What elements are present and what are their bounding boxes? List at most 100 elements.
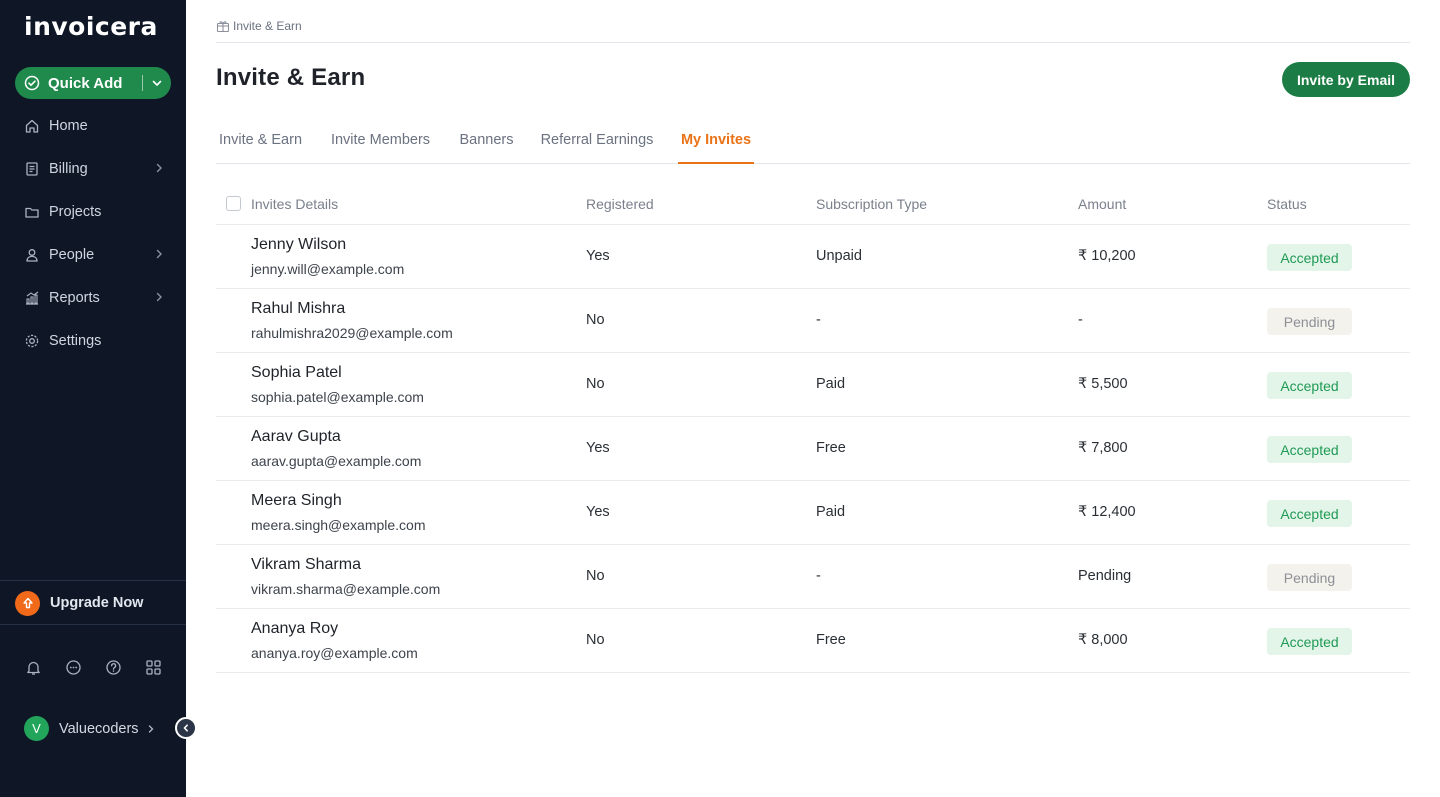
registered-value: Yes xyxy=(586,440,610,456)
registered-value: No xyxy=(586,632,605,648)
status-badge: Accepted xyxy=(1267,372,1352,399)
chart-icon xyxy=(23,289,40,306)
amount-value: Pending xyxy=(1078,568,1132,584)
sidebar-item-label: Billing xyxy=(49,160,88,177)
home-icon xyxy=(23,117,40,134)
collapse-sidebar-button[interactable] xyxy=(175,717,197,739)
sidebar-item-people[interactable]: People xyxy=(0,233,186,276)
chevron-right-icon xyxy=(156,163,162,173)
invitee-email: rahulmishra2029@example.com xyxy=(251,325,453,341)
tab-my-invites[interactable]: My Invites xyxy=(678,126,754,164)
tab-bar: Invite & Earn Invite Members Banners Ref… xyxy=(216,126,1410,164)
invitee-email: vikram.sharma@example.com xyxy=(251,581,441,597)
status-badge: Accepted xyxy=(1267,244,1352,271)
registered-value: No xyxy=(586,568,605,584)
amount-value: ₹ 10,200 xyxy=(1078,248,1136,264)
help-icon[interactable] xyxy=(104,658,122,676)
invite-by-email-button[interactable]: Invite by Email xyxy=(1282,62,1410,97)
check-circle-icon xyxy=(24,75,40,91)
invitee-name: Sophia Patel xyxy=(251,364,342,381)
registered-value: Yes xyxy=(586,504,610,520)
app-logo[interactable]: invoicera xyxy=(24,12,158,41)
table-header: Invites Details Registered Subscription … xyxy=(216,184,1410,225)
amount-value: ₹ 5,500 xyxy=(1078,376,1128,392)
subscription-value: Free xyxy=(816,440,846,456)
sidebar-item-label: People xyxy=(49,246,95,263)
user-menu[interactable]: V Valuecoders xyxy=(24,716,155,741)
tab-banners[interactable]: Banners xyxy=(459,126,514,164)
sidebar-item-reports[interactable]: Reports xyxy=(0,276,186,319)
billing-icon xyxy=(23,160,40,177)
table-row[interactable]: Sophia Patel sophia.patel@example.com No… xyxy=(216,353,1410,417)
header-divider xyxy=(216,42,1410,43)
table-row[interactable]: Aarav Gupta aarav.gupta@example.com Yes … xyxy=(216,417,1410,481)
invitee-name: Jenny Wilson xyxy=(251,236,347,253)
amount-value: ₹ 12,400 xyxy=(1078,504,1136,520)
column-header-amount[interactable]: Amount xyxy=(1078,196,1126,212)
breadcrumb: Invite & Earn xyxy=(216,18,302,34)
chevron-right-icon xyxy=(156,292,162,302)
status-badge: Accepted xyxy=(1267,628,1352,655)
invitee-email: ananya.roy@example.com xyxy=(251,645,418,661)
sidebar-item-projects[interactable]: Projects xyxy=(0,190,186,233)
apps-grid-icon[interactable] xyxy=(144,658,162,676)
page-title: Invite & Earn xyxy=(216,64,366,91)
table-row[interactable]: Rahul Mishra rahulmishra2029@example.com… xyxy=(216,289,1410,353)
bell-icon[interactable] xyxy=(24,658,42,676)
quick-add-button[interactable]: Quick Add xyxy=(15,67,171,99)
invitee-name: Aarav Gupta xyxy=(251,428,341,445)
invites-table: Invites Details Registered Subscription … xyxy=(216,184,1410,673)
quick-add-dropdown[interactable] xyxy=(143,77,171,89)
sidebar-item-label: Reports xyxy=(49,289,100,306)
invitee-name: Vikram Sharma xyxy=(251,556,361,573)
sidebar-nav: Home Billing Projects People Reports Set… xyxy=(0,104,186,362)
status-badge: Pending xyxy=(1267,564,1352,591)
column-header-registered[interactable]: Registered xyxy=(586,196,654,212)
invitee-name: Rahul Mishra xyxy=(251,300,346,317)
status-badge: Pending xyxy=(1267,308,1352,335)
chevron-left-icon xyxy=(183,724,188,732)
upgrade-now-button[interactable]: Upgrade Now xyxy=(15,590,143,616)
sidebar-divider xyxy=(0,624,186,625)
registered-value: Yes xyxy=(586,248,610,264)
breadcrumb-label[interactable]: Invite & Earn xyxy=(233,19,302,33)
invitee-email: jenny.will@example.com xyxy=(251,261,405,277)
status-badge: Accepted xyxy=(1267,500,1352,527)
subscription-value: Paid xyxy=(816,504,846,520)
column-header-subscription-type[interactable]: Subscription Type xyxy=(816,196,927,212)
sidebar-item-label: Projects xyxy=(49,203,102,220)
table-row[interactable]: Meera Singh meera.singh@example.com Yes … xyxy=(216,481,1410,545)
sidebar-item-label: Settings xyxy=(49,332,102,349)
table-row[interactable]: Vikram Sharma vikram.sharma@example.com … xyxy=(216,545,1410,609)
sidebar-item-settings[interactable]: Settings xyxy=(0,319,186,362)
sidebar-item-home[interactable]: Home xyxy=(0,104,186,147)
invitee-name: Ananya Roy xyxy=(251,620,339,637)
sidebar-item-label: Home xyxy=(49,117,88,134)
select-all-checkbox[interactable] xyxy=(226,196,241,211)
status-badge: Accepted xyxy=(1267,436,1352,463)
sidebar: invoicera Quick Add Home Billing Project… xyxy=(0,0,197,797)
tab-referral-earnings[interactable]: Referral Earnings xyxy=(540,126,654,164)
subscription-value: Paid xyxy=(816,376,846,392)
chevron-right-icon xyxy=(156,249,162,259)
invitee-email: aarav.gupta@example.com xyxy=(251,453,422,469)
amount-value: ₹ 7,800 xyxy=(1078,440,1128,456)
sidebar-item-billing[interactable]: Billing xyxy=(0,147,186,190)
tab-invite-earn[interactable]: Invite & Earn xyxy=(219,126,302,164)
table-row[interactable]: Ananya Roy ananya.roy@example.com No Fre… xyxy=(216,609,1410,673)
invitee-name: Meera Singh xyxy=(251,492,342,509)
amount-value: ₹ 8,000 xyxy=(1078,632,1128,648)
column-header-invites-details[interactable]: Invites Details xyxy=(251,196,338,212)
chevron-down-icon xyxy=(152,80,162,86)
upgrade-arrow-icon xyxy=(15,590,40,616)
chevron-right-icon xyxy=(148,724,154,733)
table-row[interactable]: Jenny Wilson jenny.will@example.com Yes … xyxy=(216,225,1410,289)
upgrade-label: Upgrade Now xyxy=(50,595,144,611)
registered-value: No xyxy=(586,376,605,392)
column-header-status[interactable]: Status xyxy=(1267,196,1307,212)
chat-icon[interactable] xyxy=(64,658,82,676)
quick-add-label: Quick Add xyxy=(48,74,123,92)
tab-invite-members[interactable]: Invite Members xyxy=(329,126,432,164)
subscription-value: - xyxy=(816,568,821,584)
subscription-value: Unpaid xyxy=(816,248,862,264)
